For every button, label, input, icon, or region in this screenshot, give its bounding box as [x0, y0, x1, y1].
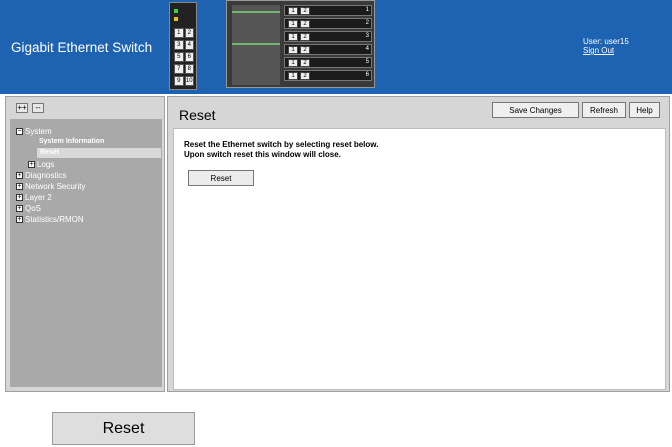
port-pair: 12 — [174, 28, 194, 38]
app-title: Gigabit Ethernet Switch — [11, 40, 153, 55]
expand-icon[interactable]: + — [16, 194, 23, 201]
tree-item-network-security[interactable]: + Network Security — [16, 181, 85, 192]
tree-item-logs[interactable]: + Logs — [28, 159, 54, 170]
chassis-slot: 1 2 5 — [284, 57, 372, 68]
reset-button-enlarged[interactable]: Reset — [52, 412, 195, 445]
port-pair: 9 10 — [174, 76, 194, 86]
chassis-graphic: 1 2 1 1 2 2 1 2 3 1 2 4 1 2 5 1 2 6 — [226, 0, 375, 88]
switch-port-panel-graphic: 12 34 56 78 9 10 — [169, 2, 197, 90]
chassis-slot: 1 2 3 — [284, 31, 372, 42]
chassis-slot: 1 2 4 — [284, 44, 372, 55]
chassis-slot: 1 2 2 — [284, 18, 372, 29]
expand-icon[interactable]: + — [28, 161, 35, 168]
tree-item-statistics-rmon[interactable]: + Statistics/RMON — [16, 214, 84, 225]
expand-icon[interactable]: + — [16, 172, 23, 179]
sidebar: ++ -- − System System Information Reset … — [5, 96, 165, 392]
reset-instructions-line-1: Reset the Ethernet switch by selecting r… — [184, 140, 379, 149]
port-pair: 78 — [174, 64, 194, 74]
navigation-tree: − System System Information Reset + Logs… — [10, 119, 162, 387]
save-changes-button[interactable]: Save Changes — [492, 102, 579, 118]
port-pair: 34 — [174, 40, 194, 50]
reset-instructions-line-2: Upon switch reset this window will close… — [184, 150, 341, 159]
help-button[interactable]: Help — [629, 102, 660, 118]
header-bar: Gigabit Ethernet Switch 12 34 56 78 9 10 … — [0, 0, 672, 94]
status-led-icon — [174, 9, 178, 13]
collapse-icon[interactable]: − — [16, 128, 23, 135]
port-pair: 56 — [174, 52, 194, 62]
tree-item-qos[interactable]: + QoS — [16, 203, 41, 214]
reset-button[interactable]: Reset — [188, 170, 254, 186]
tree-item-diagnostics[interactable]: + Diagnostics — [16, 170, 66, 181]
tree-item-layer-2[interactable]: + Layer 2 — [16, 192, 52, 203]
tree-item-reset[interactable]: Reset — [37, 148, 161, 158]
expand-icon[interactable]: + — [16, 216, 23, 223]
page-title: Reset — [179, 107, 216, 123]
expand-icon[interactable]: + — [16, 205, 23, 212]
sign-out-link[interactable]: Sign Out — [583, 46, 614, 55]
collapse-all-button[interactable]: -- — [32, 103, 44, 113]
tree-item-system-information[interactable]: System Information — [39, 138, 104, 145]
chassis-slot: 1 2 6 — [284, 70, 372, 81]
main-panel: Reset Save Changes Refresh Help Reset th… — [167, 96, 670, 392]
current-user-label: User: user15 — [583, 37, 629, 46]
content-area: Reset the Ethernet switch by selecting r… — [173, 128, 666, 390]
refresh-button[interactable]: Refresh — [582, 102, 626, 118]
chassis-slot: 1 2 1 — [284, 5, 372, 16]
expand-icon[interactable]: + — [16, 183, 23, 190]
chassis-blade-bay — [232, 5, 280, 85]
expand-all-button[interactable]: ++ — [16, 103, 28, 113]
status-led-icon — [174, 17, 178, 21]
tree-item-system[interactable]: − System — [16, 126, 52, 137]
